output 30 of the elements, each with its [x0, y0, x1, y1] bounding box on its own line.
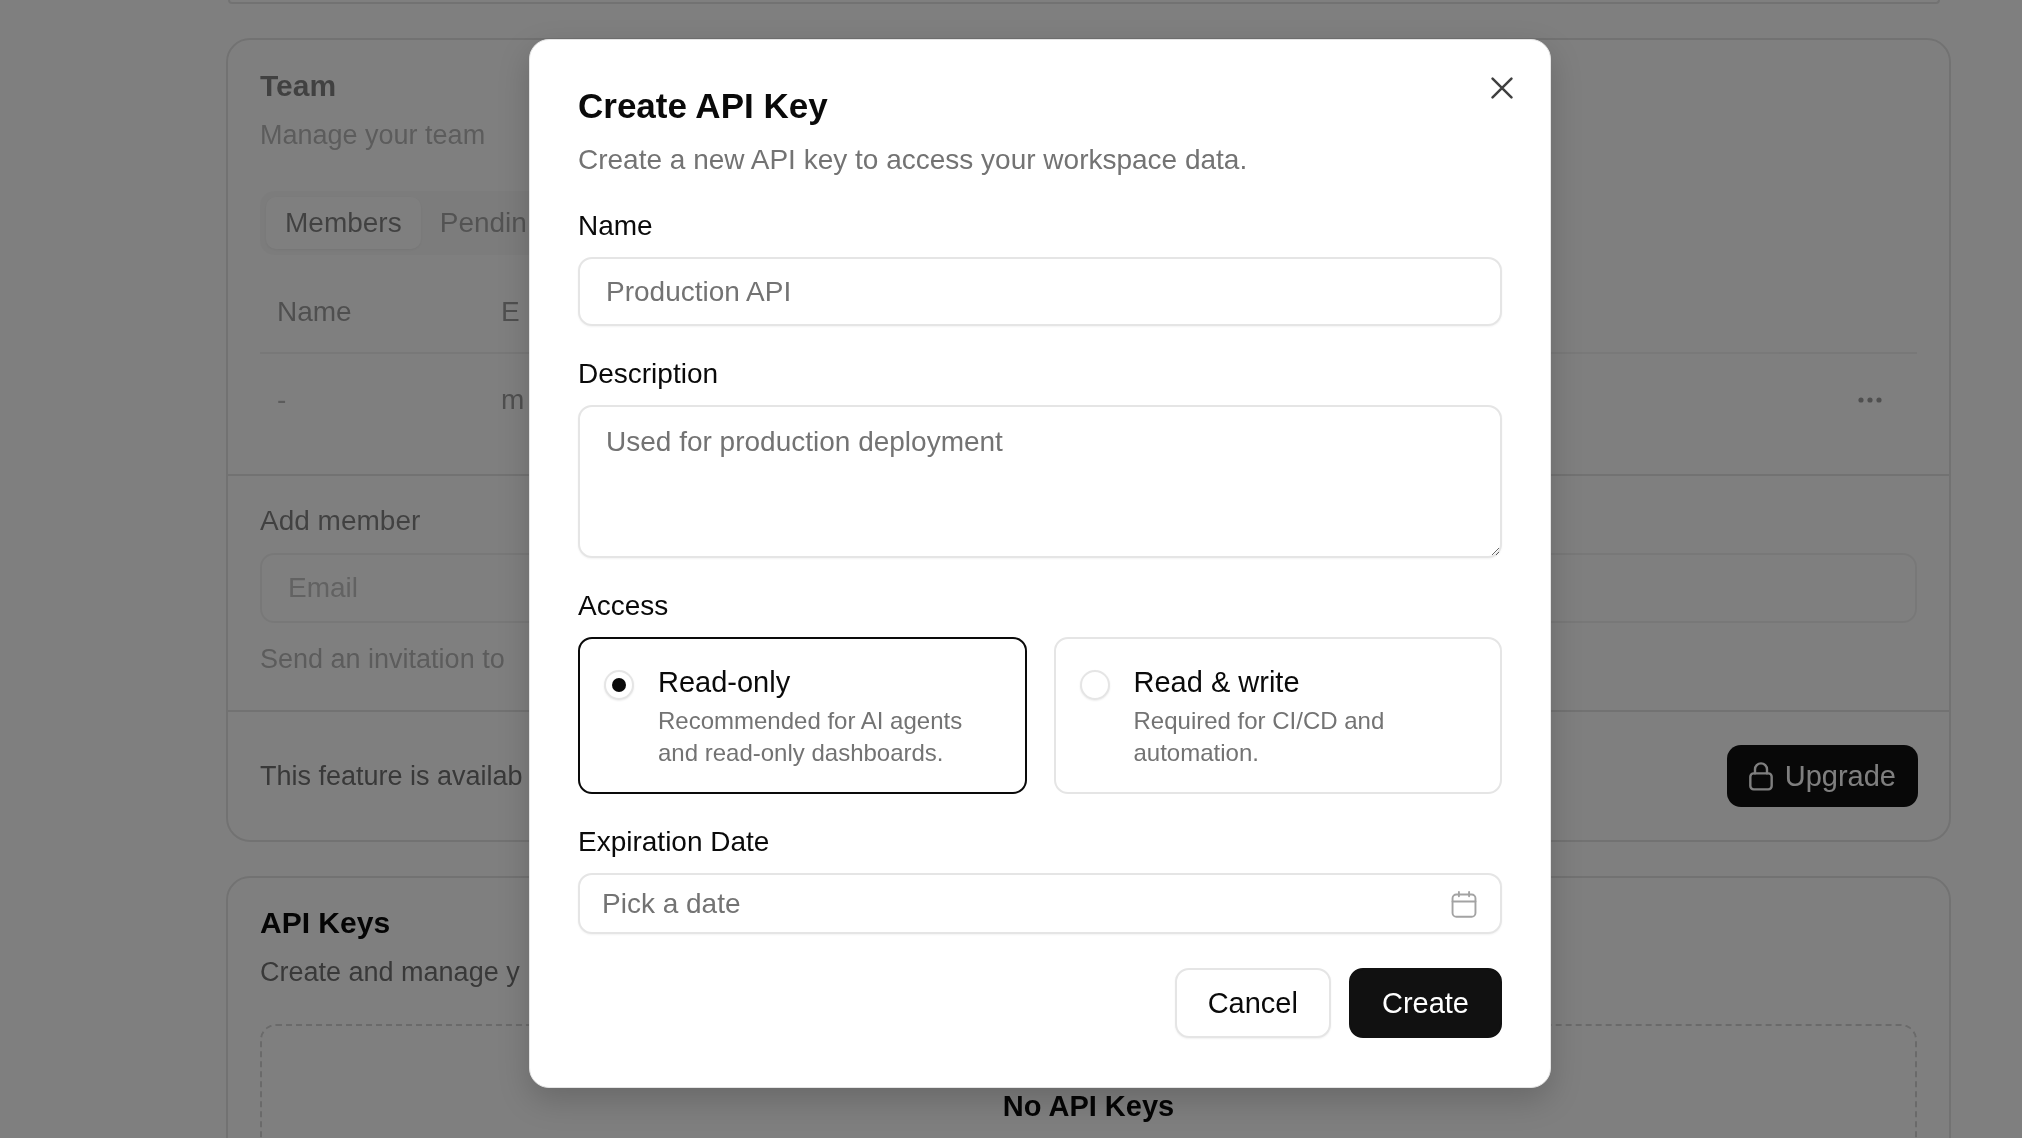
close-icon	[1491, 77, 1513, 99]
footer-text: This feature is availab	[260, 760, 523, 793]
create-button[interactable]: Create	[1348, 968, 1502, 1038]
field-label: Access	[578, 589, 669, 623]
access-option-card[interactable]: Read & write Required for CI/CD and automation.	[1053, 637, 1502, 794]
option-description: Recommended for AI agents and read-only dashboards.	[658, 706, 964, 768]
radio-button[interactable]	[1079, 670, 1110, 700]
field-label: Description	[578, 357, 719, 391]
option-title: Read & write	[1133, 665, 1300, 700]
date-field[interactable]: Pick a date	[578, 873, 1502, 934]
card-title: Team	[260, 68, 337, 104]
calendar-icon	[1451, 889, 1477, 918]
field-label: Name	[578, 209, 653, 243]
field-label: Add member	[260, 504, 421, 538]
option-title: Read-only	[658, 665, 791, 700]
upgrade-button[interactable]: Upgrade	[1726, 745, 1918, 807]
dialog-title: Create API Key	[578, 85, 828, 127]
card-title: API Keys	[260, 905, 391, 941]
text-input[interactable]: Production API	[578, 257, 1502, 326]
card-subtitle: Create and manage y	[260, 956, 520, 989]
radio-button[interactable]	[604, 670, 634, 700]
access-option-card[interactable]: Read-only Recommended for AI agents and read-only dashboards.	[578, 637, 1027, 794]
table-cell-text: -	[277, 383, 287, 417]
cancel-button[interactable]: Cancel	[1174, 968, 1331, 1038]
lock-icon	[1748, 761, 1773, 791]
empty-state-title: No API Keys	[1002, 1089, 1175, 1124]
field-label: Expiration Date	[578, 825, 770, 859]
option-description: Required for CI/CD and automation.	[1133, 706, 1386, 768]
textarea-field[interactable]: Used for production deployment	[578, 405, 1502, 558]
dialog-subtitle: Create a new API key to access your workspace data.	[578, 143, 1248, 177]
